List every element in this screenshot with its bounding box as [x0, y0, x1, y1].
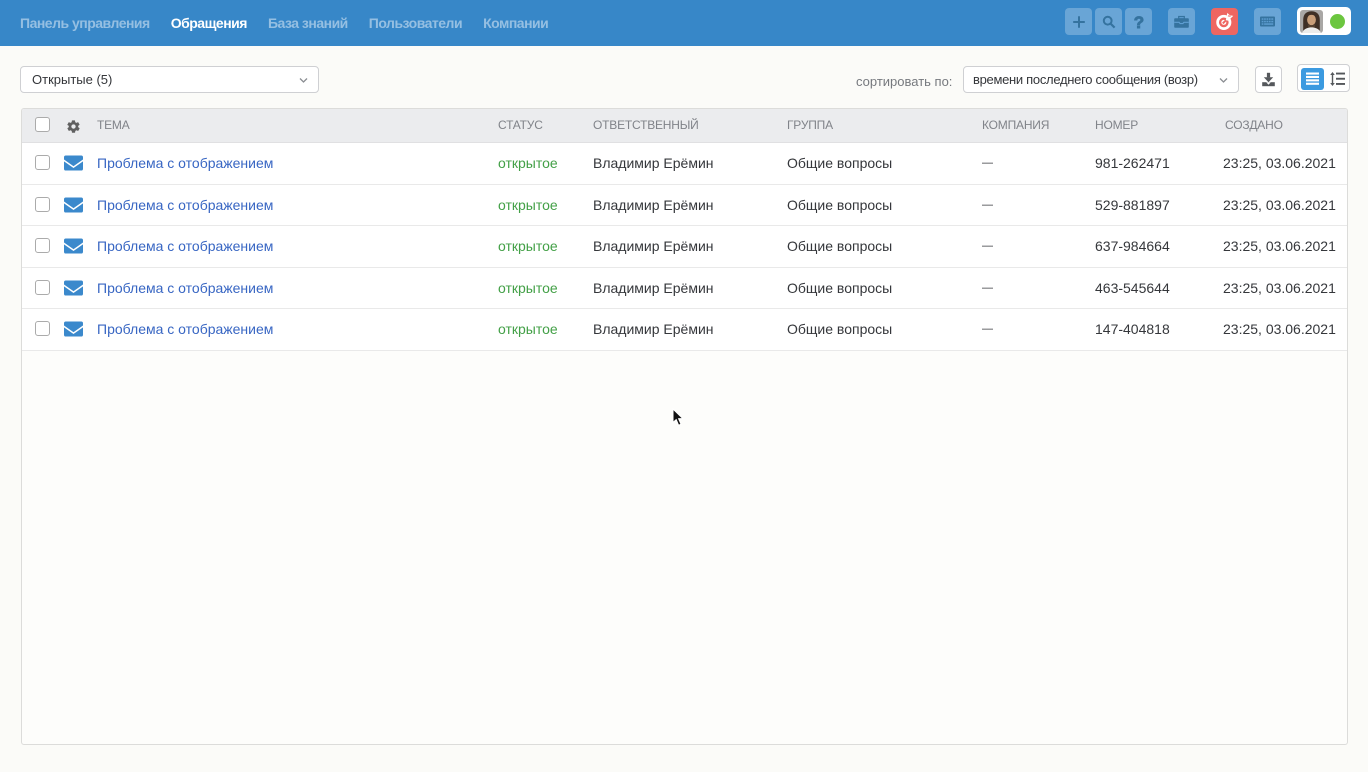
svg-text:?: ?	[1133, 13, 1143, 32]
